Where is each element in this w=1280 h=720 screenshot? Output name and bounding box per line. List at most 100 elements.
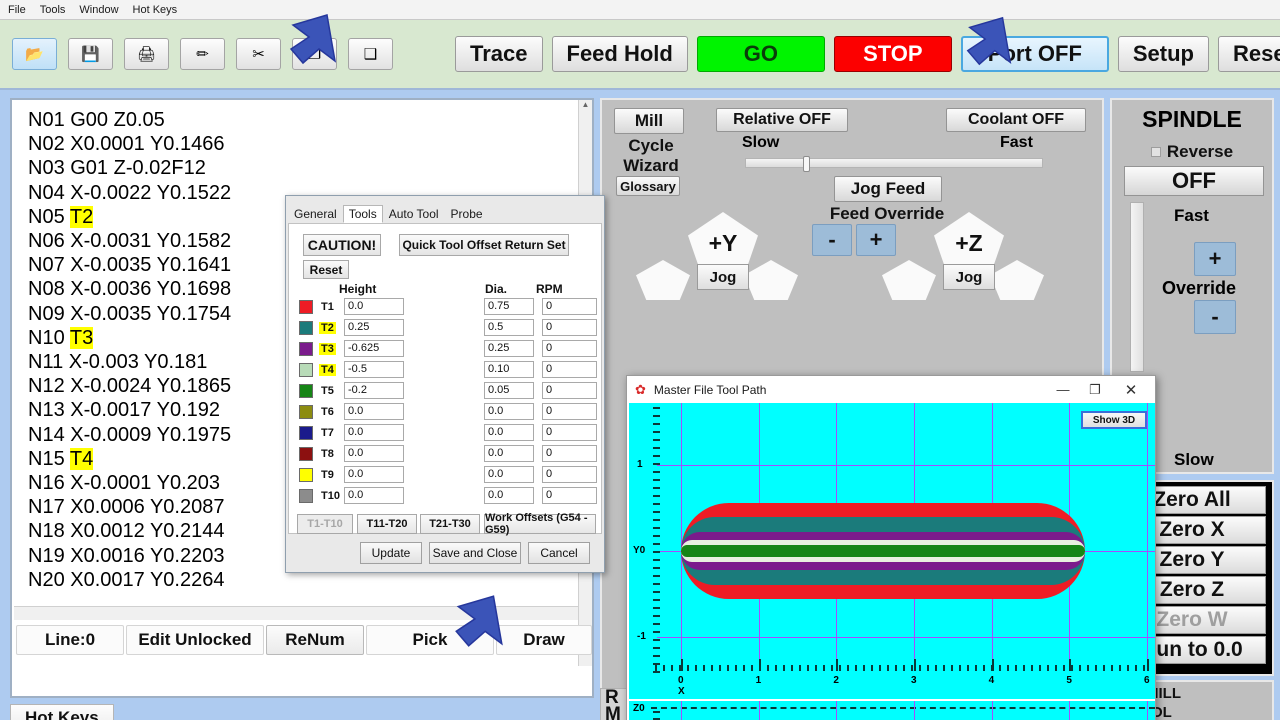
tool-color-swatch[interactable] bbox=[299, 321, 313, 335]
tool-rpm-input[interactable]: 0 bbox=[542, 466, 597, 483]
tool-dia-input[interactable]: 0.5 bbox=[484, 319, 534, 336]
edit-lock-status[interactable]: Edit Unlocked bbox=[126, 625, 264, 655]
feed-rate-slider-thumb[interactable] bbox=[803, 156, 810, 172]
tool-height-input[interactable]: 0.0 bbox=[344, 403, 404, 420]
hot-keys-button[interactable]: Hot Keys bbox=[10, 704, 114, 720]
tab-tools[interactable]: Tools bbox=[342, 205, 383, 223]
tool-rpm-input[interactable]: 0 bbox=[542, 340, 597, 357]
update-button[interactable]: Update bbox=[360, 542, 422, 564]
spindle-reverse-row[interactable]: Reverse bbox=[1112, 142, 1272, 162]
tool-height-input[interactable]: 0.0 bbox=[344, 298, 404, 315]
jog-minus-x-pad[interactable] bbox=[636, 260, 690, 300]
glossary-button[interactable]: Glossary bbox=[616, 176, 680, 196]
tab-auto-tool[interactable]: Auto Tool bbox=[383, 205, 445, 223]
port-toggle-button[interactable]: Port OFF bbox=[960, 36, 1109, 72]
jog-z-right-pad[interactable] bbox=[990, 260, 1044, 300]
spindle-speed-slider[interactable] bbox=[1130, 202, 1144, 372]
tool-dia-input[interactable]: 0.0 bbox=[484, 466, 534, 483]
tool-dia-input[interactable]: 0.75 bbox=[484, 298, 534, 315]
reset-control-button[interactable]: Reset Control bbox=[1217, 36, 1280, 72]
close-icon[interactable]: ✕ bbox=[1115, 376, 1147, 403]
feed-rate-slider[interactable] bbox=[745, 156, 1043, 172]
feed-hold-button[interactable]: Feed Hold bbox=[551, 36, 688, 72]
tool-color-swatch[interactable] bbox=[299, 300, 313, 314]
tool-path-xy-plot[interactable]: Show 3D 0 1 2 3 4 5 6 1 Y0 -1 X bbox=[629, 403, 1155, 699]
edit-pencil-icon[interactable]: ✏ bbox=[180, 38, 225, 70]
feed-override-minus-button[interactable]: - bbox=[812, 224, 852, 256]
trace-button[interactable]: Trace bbox=[455, 36, 543, 72]
tool-height-input[interactable]: 0.0 bbox=[344, 424, 404, 441]
cancel-button[interactable]: Cancel bbox=[528, 542, 590, 564]
tool-rpm-input[interactable]: 0 bbox=[542, 403, 597, 420]
menu-item-window[interactable]: Window bbox=[79, 4, 118, 16]
tool-range-button[interactable]: Work Offsets (G54 - G59) bbox=[484, 512, 596, 536]
setup-button[interactable]: Setup bbox=[1117, 36, 1209, 72]
tool-dia-input[interactable]: 0.25 bbox=[484, 340, 534, 357]
go-button[interactable]: GO bbox=[696, 36, 825, 72]
menu-item-hot-keys[interactable]: Hot Keys bbox=[133, 4, 178, 16]
print-icon[interactable]: 🖨 bbox=[124, 38, 169, 70]
save-disk-icon[interactable]: 💾 bbox=[68, 38, 113, 70]
tool-dia-input[interactable]: 0.0 bbox=[484, 487, 534, 504]
tool-color-swatch[interactable] bbox=[299, 384, 313, 398]
tool-height-input[interactable]: -0.5 bbox=[344, 361, 404, 378]
tool-dia-input[interactable]: 0.05 bbox=[484, 382, 534, 399]
spindle-override-plus-button[interactable]: + bbox=[1194, 242, 1236, 276]
tool-color-swatch[interactable] bbox=[299, 447, 313, 461]
maximize-icon[interactable]: ❐ bbox=[1079, 376, 1111, 403]
tool-color-swatch[interactable] bbox=[299, 489, 313, 503]
tool-range-button[interactable]: T11-T20 bbox=[357, 514, 417, 534]
gcode-line[interactable]: N02 X0.0001 Y0.1466 bbox=[28, 132, 578, 156]
tool-height-input[interactable]: 0.0 bbox=[344, 487, 404, 504]
save-and-close-button[interactable]: Save and Close bbox=[429, 542, 521, 564]
tool-rpm-input[interactable]: 0 bbox=[542, 382, 597, 399]
quick-tool-offset-return-set-button[interactable]: Quick Tool Offset Return Set bbox=[399, 234, 569, 256]
minimize-icon[interactable]: — bbox=[1047, 376, 1079, 403]
jog-plus-x-pad[interactable] bbox=[744, 260, 798, 300]
menu-item-file[interactable]: File bbox=[8, 4, 26, 16]
tool-dia-input[interactable]: 0.0 bbox=[484, 403, 534, 420]
gcode-horizontal-scrollbar[interactable] bbox=[14, 606, 578, 620]
tool-rpm-input[interactable]: 0 bbox=[542, 298, 597, 315]
mill-button[interactable]: Mill bbox=[614, 108, 684, 134]
cut-scissors-icon[interactable]: ✂ bbox=[236, 38, 281, 70]
show-3d-button[interactable]: Show 3D bbox=[1081, 411, 1147, 429]
tool-rpm-input[interactable]: 0 bbox=[542, 361, 597, 378]
draw-button[interactable]: Draw bbox=[496, 625, 592, 655]
reset-button[interactable]: Reset bbox=[303, 260, 349, 279]
renum-button[interactable]: ReNum bbox=[266, 625, 364, 655]
tool-path-z-plot[interactable]: GO Z0-1 bbox=[629, 701, 1155, 720]
spindle-override-minus-button[interactable]: - bbox=[1194, 300, 1236, 334]
jog-feed-button[interactable]: Jog Feed bbox=[834, 176, 942, 202]
tool-rpm-input[interactable]: 0 bbox=[542, 319, 597, 336]
tool-height-input[interactable]: 0.0 bbox=[344, 466, 404, 483]
tool-height-input[interactable]: -0.625 bbox=[344, 340, 404, 357]
tab-probe[interactable]: Probe bbox=[445, 205, 489, 223]
copy-icon[interactable]: ❐ bbox=[292, 38, 337, 70]
spindle-reverse-checkbox[interactable] bbox=[1150, 147, 1161, 157]
open-folder-icon[interactable]: 📂 bbox=[12, 38, 57, 70]
tool-dia-input[interactable]: 0.10 bbox=[484, 361, 534, 378]
scroll-up-arrow[interactable]: ▲ bbox=[579, 100, 592, 114]
stop-button[interactable]: STOP bbox=[833, 36, 952, 72]
gcode-line[interactable]: N03 G01 Z-0.02F12 bbox=[28, 156, 578, 180]
tool-rpm-input[interactable]: 0 bbox=[542, 445, 597, 462]
tool-rpm-input[interactable]: 0 bbox=[542, 487, 597, 504]
tool-color-swatch[interactable] bbox=[299, 342, 313, 356]
tool-color-swatch[interactable] bbox=[299, 363, 313, 377]
tool-color-swatch[interactable] bbox=[299, 426, 313, 440]
tool-dia-input[interactable]: 0.0 bbox=[484, 445, 534, 462]
jog-z-button[interactable]: Jog bbox=[943, 264, 995, 290]
jog-z-left-pad[interactable] bbox=[882, 260, 936, 300]
coolant-toggle-button[interactable]: Coolant OFF bbox=[946, 108, 1086, 132]
pick-button[interactable]: Pick bbox=[366, 625, 494, 655]
tool-color-swatch[interactable] bbox=[299, 468, 313, 482]
gcode-line[interactable]: N01 G00 Z0.05 bbox=[28, 108, 578, 132]
tab-general[interactable]: General bbox=[288, 205, 343, 223]
tool-height-input[interactable]: 0.0 bbox=[344, 445, 404, 462]
spindle-power-button[interactable]: OFF bbox=[1124, 166, 1264, 196]
tool-color-swatch[interactable] bbox=[299, 405, 313, 419]
caution-button[interactable]: CAUTION! bbox=[303, 234, 381, 256]
tool-height-input[interactable]: 0.25 bbox=[344, 319, 404, 336]
tool-rpm-input[interactable]: 0 bbox=[542, 424, 597, 441]
